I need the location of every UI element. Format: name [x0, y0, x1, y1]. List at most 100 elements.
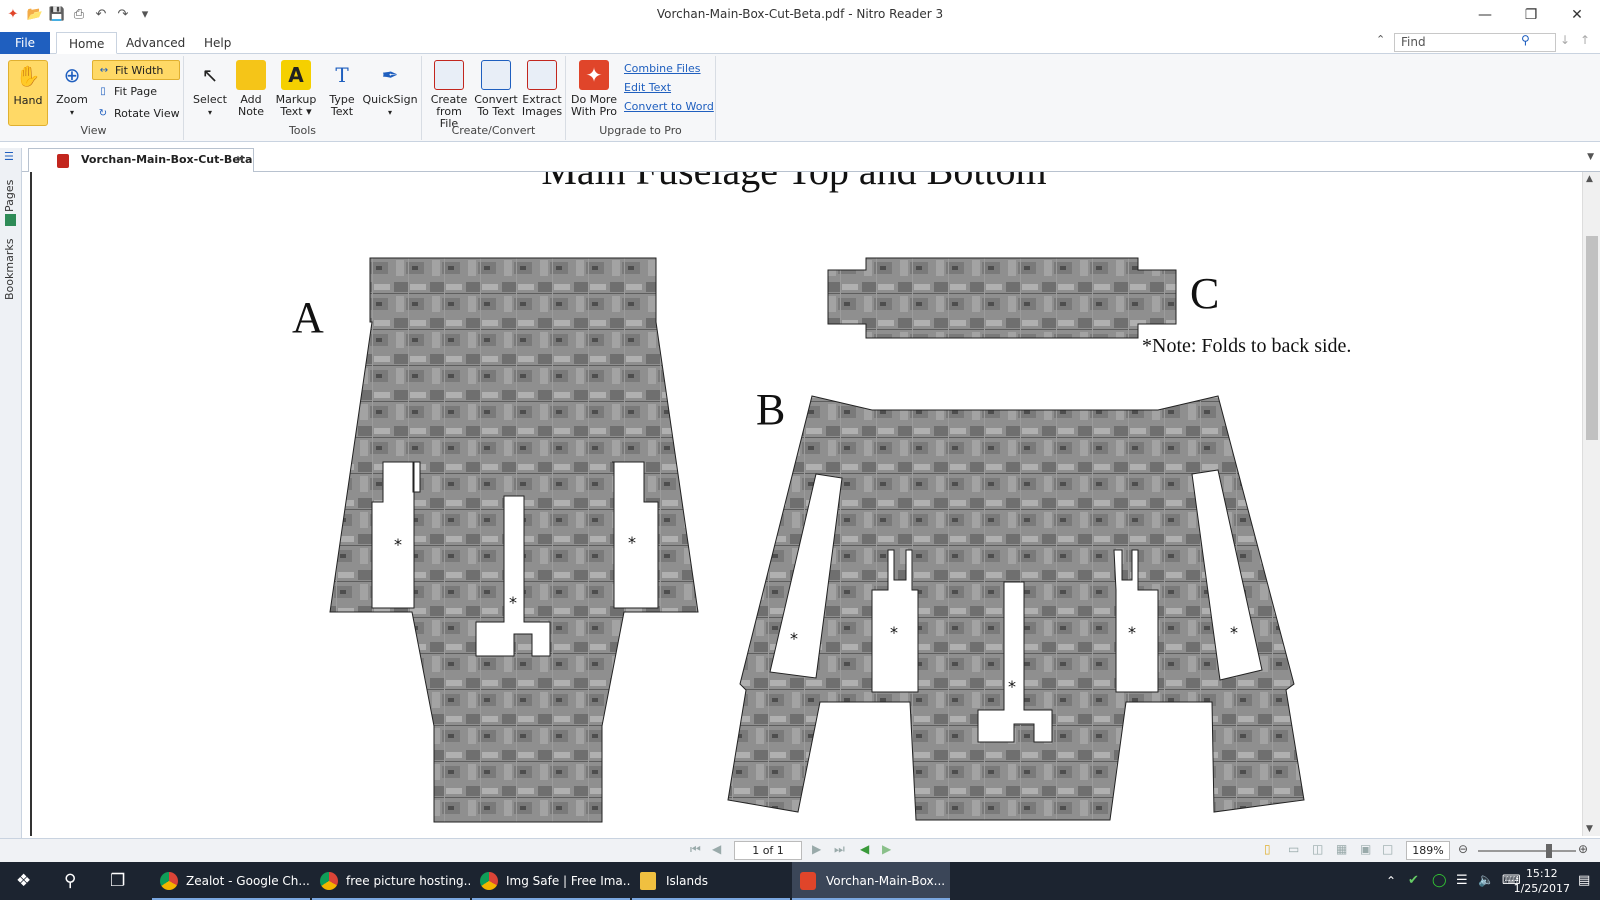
pages-panel-tab[interactable]: Pages [3, 168, 19, 212]
hand-tool-button[interactable]: ✋ Hand [8, 60, 48, 126]
part-a-cutout [329, 257, 699, 823]
zoom-in-icon[interactable]: ⊕ [1578, 842, 1588, 856]
do-more-with-pro-button[interactable]: ✦ Do More With Pro [570, 60, 618, 118]
notifications-icon[interactable]: ▤ [1578, 873, 1590, 888]
taskbar-item-chrome-zealot[interactable]: Zealot - Google Ch... [152, 862, 310, 900]
last-page-icon[interactable]: ⏭ [834, 842, 845, 857]
next-page-icon[interactable]: ▶ [812, 842, 821, 856]
markup-text-button[interactable]: A Markup Text ▾ [274, 60, 318, 118]
search-icon[interactable]: ⚲ [1521, 33, 1530, 47]
facing-view-icon[interactable]: ◫ [1312, 842, 1323, 856]
clock-time: 15:12 [1525, 867, 1558, 880]
ribbon-tab-row: File Home Advanced Help ⌃ Find ⚲ ↓ ↑ [0, 30, 1600, 54]
fold-mark: * [1008, 677, 1016, 696]
wifi-icon[interactable]: ☰ [1456, 873, 1468, 888]
chrome-icon [320, 872, 338, 890]
volume-icon[interactable]: 🔈 [1478, 873, 1494, 888]
zoom-button[interactable]: ⊕ Zoom ▾ [52, 60, 92, 119]
go-back-icon[interactable]: ◀ [860, 842, 869, 856]
convert-to-word-link[interactable]: Convert to Word [624, 100, 714, 113]
chrome-icon [160, 872, 178, 890]
quicksign-button[interactable]: ✒ QuickSign ▾ [362, 60, 418, 119]
document-viewer[interactable]: Main Fuselage Top and Bottom A B C *Note… [30, 172, 1579, 836]
close-button[interactable]: ✕ [1554, 0, 1600, 30]
create-convert-group: Create from File Convert To Text Extract Im… [422, 56, 566, 140]
fold-mark: * [790, 629, 798, 648]
create-pdf-icon [434, 60, 464, 90]
facing-continuous-view-icon[interactable]: ▦ [1336, 842, 1347, 856]
fit-page-button[interactable]: ▯ Fit Page [92, 82, 180, 102]
zoom-level-field[interactable]: 189% [1406, 841, 1450, 860]
scroll-up-icon[interactable]: ▲ [1586, 174, 1593, 184]
signature-icon: ✒ [381, 63, 399, 87]
document-tab-bar: Vorchan-Main-Box-Cut-Beta ✕ ▼ [0, 146, 1600, 172]
scroll-down-icon[interactable]: ▼ [1586, 824, 1593, 834]
security-tray-icon[interactable]: ✔ [1408, 873, 1419, 888]
fit-width-button[interactable]: ↔ Fit Width [92, 60, 180, 80]
zoom-slider[interactable] [1478, 844, 1576, 858]
tab-help[interactable]: Help [192, 32, 243, 54]
close-tab-icon[interactable]: ✕ [236, 149, 245, 171]
sync-tray-icon[interactable]: ◯ [1432, 873, 1447, 888]
bookmarks-panel-tab[interactable]: Bookmarks [3, 230, 19, 300]
fit-page-view-icon[interactable]: ▣ [1360, 842, 1371, 856]
extract-images-button[interactable]: Extract Images [520, 60, 564, 118]
show-hidden-icons-icon[interactable]: ⌃ [1386, 874, 1396, 888]
fold-mark: * [394, 535, 402, 554]
tab-home[interactable]: Home [56, 32, 118, 54]
convert-to-text-button[interactable]: Convert To Text [474, 60, 518, 118]
taskbar-item-folder-islands[interactable]: Islands [632, 862, 790, 900]
fold-mark: * [1230, 623, 1238, 642]
convert-text-icon [481, 60, 511, 90]
collapse-ribbon-icon[interactable]: ⌃ [1376, 33, 1385, 46]
tab-advanced[interactable]: Advanced [114, 32, 197, 54]
bookmarks-panel-icon[interactable] [5, 214, 16, 226]
scrollbar-thumb[interactable] [1586, 236, 1598, 440]
find-previous-icon[interactable]: ↓ [1560, 33, 1570, 47]
type-text-icon: T [335, 63, 349, 87]
pages-panel-icon[interactable]: ☰ [4, 150, 14, 163]
minimize-button[interactable]: — [1462, 0, 1508, 30]
rotate-icon: ↻ [98, 108, 108, 119]
create-from-file-button[interactable]: Create from File [426, 60, 472, 130]
go-forward-icon[interactable]: ▶ [882, 842, 891, 856]
tab-file[interactable]: File [0, 32, 50, 54]
single-page-view-icon[interactable]: ▯ [1264, 842, 1271, 856]
taskbar-item-chrome-free-picture[interactable]: free picture hosting... [312, 862, 470, 900]
clock[interactable]: 15:12 1/25/2017 [1514, 866, 1570, 896]
taskbar-item-nitro-reader[interactable]: Vorchan-Main-Box... [792, 862, 950, 900]
type-text-button[interactable]: T Type Text [322, 60, 362, 118]
nitro-pro-icon: ✦ [579, 60, 609, 90]
upgrade-group-label: Upgrade to Pro [599, 124, 682, 137]
find-input[interactable]: Find [1394, 33, 1556, 52]
task-view-icon[interactable]: ❐ [110, 871, 125, 891]
vertical-scrollbar[interactable]: ▲ ▼ [1582, 172, 1600, 836]
folder-icon [640, 872, 656, 890]
windows-start-icon[interactable]: ❖ [16, 871, 31, 891]
previous-page-icon[interactable]: ◀ [712, 842, 721, 856]
markup-a-icon: A [281, 60, 311, 90]
continuous-view-icon[interactable]: ▭ [1288, 842, 1299, 856]
document-tab[interactable]: Vorchan-Main-Box-Cut-Beta ✕ [28, 148, 254, 172]
tab-list-dropdown-icon[interactable]: ▼ [1587, 152, 1594, 162]
zoom-slider-thumb[interactable] [1546, 844, 1552, 858]
restore-button[interactable]: ❐ [1508, 0, 1554, 30]
search-icon[interactable]: ⚲ [64, 871, 76, 891]
part-b-cutout [727, 395, 1305, 821]
actual-size-view-icon[interactable]: □ [1382, 842, 1393, 856]
taskbar-item-chrome-img-safe[interactable]: Img Safe | Free Ima... [472, 862, 630, 900]
fit-page-icon: ▯ [100, 86, 106, 97]
document-tab-label: Vorchan-Main-Box-Cut-Beta [81, 153, 253, 166]
edit-text-link[interactable]: Edit Text [624, 81, 671, 94]
select-cursor-icon: ↖ [201, 63, 219, 87]
rotate-view-button[interactable]: ↻ Rotate View [92, 104, 182, 124]
select-button[interactable]: ↖ Select ▾ [190, 60, 230, 119]
first-page-icon[interactable]: ⏮ [690, 842, 701, 857]
window-title: Vorchan-Main-Box-Cut-Beta.pdf - Nitro Re… [656, 7, 944, 21]
page-number-field[interactable]: 1 of 1 [734, 841, 802, 860]
combine-files-link[interactable]: Combine Files [624, 62, 701, 75]
pdf-page-content: Main Fuselage Top and Bottom A B C *Note… [292, 172, 1351, 823]
zoom-out-icon[interactable]: ⊖ [1458, 842, 1468, 856]
add-note-button[interactable]: Add Note [231, 60, 271, 118]
find-next-icon[interactable]: ↑ [1580, 33, 1590, 47]
